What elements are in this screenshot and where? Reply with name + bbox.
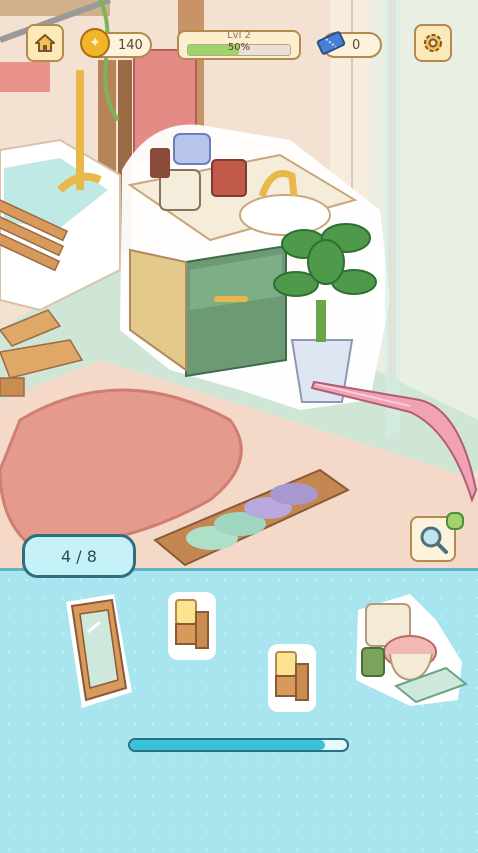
pink-tweezers[interactable] bbox=[300, 370, 478, 530]
level-label: Lvl 2 bbox=[227, 30, 251, 41]
tray-item-wall-lamp[interactable] bbox=[164, 588, 220, 664]
ticket-count: 0 bbox=[352, 37, 361, 53]
tray-progress-bar bbox=[128, 738, 349, 752]
ticket-icon bbox=[316, 30, 346, 56]
found-counter: 4 / 8 bbox=[22, 534, 136, 578]
coin-icon: ✦ bbox=[80, 28, 110, 58]
gear-icon bbox=[424, 34, 442, 52]
settings-button[interactable] bbox=[414, 24, 452, 62]
level-percent: 50% bbox=[227, 42, 251, 53]
home-icon bbox=[35, 34, 55, 52]
tray-progress-fill bbox=[130, 740, 326, 750]
tray-item-toilet-set[interactable] bbox=[350, 590, 472, 712]
hint-badge bbox=[446, 512, 464, 530]
level-bar: Lvl 2 50% bbox=[177, 30, 301, 60]
bathroom-scene[interactable]: 140 ✦ Lvl 2 50% 0 bbox=[0, 0, 478, 568]
coin-count: 140 bbox=[118, 37, 143, 53]
tray-item-wall-lamp[interactable] bbox=[264, 640, 320, 716]
found-counter-text: 4 / 8 bbox=[61, 546, 97, 566]
tray-item-mirror[interactable] bbox=[60, 592, 140, 712]
home-button[interactable] bbox=[26, 24, 64, 62]
